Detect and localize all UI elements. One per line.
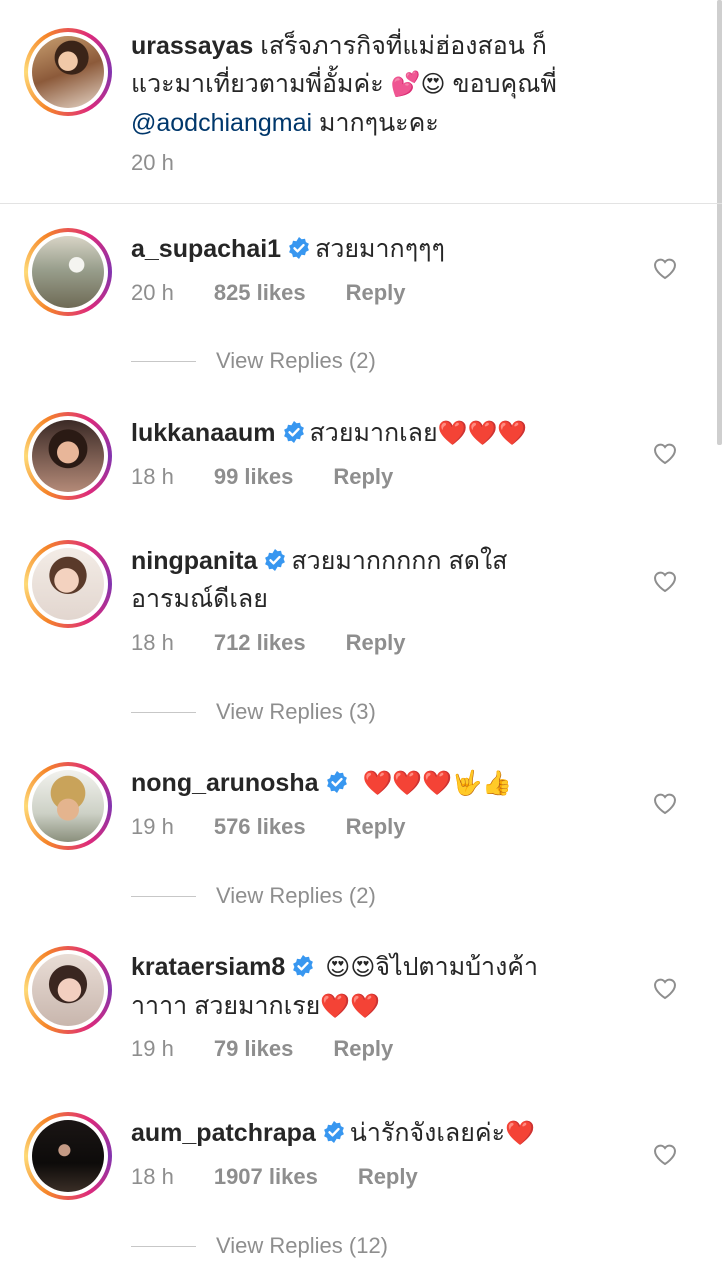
view-replies-button[interactable]: View Replies (2) bbox=[131, 348, 376, 374]
avatar-aum-patchrapa[interactable] bbox=[24, 1112, 112, 1200]
comment-text-line2: าาาา สวยมากเรย bbox=[131, 992, 321, 1020]
comment-text: จิไปตามบ้างค้า bbox=[375, 953, 539, 981]
avatar-urassayas[interactable] bbox=[24, 28, 112, 116]
comment-username[interactable]: a_supachai1 bbox=[131, 235, 281, 263]
avatar-image bbox=[32, 236, 104, 308]
comment-text: สวยมากเลย bbox=[309, 419, 438, 447]
view-replies-label: View Replies (2) bbox=[216, 348, 376, 373]
avatar-image bbox=[32, 420, 104, 492]
comment-meta: 18 h 712 likes Reply bbox=[131, 630, 406, 656]
comment-time: 20 h bbox=[131, 280, 174, 305]
avatar-lukkanaaum[interactable] bbox=[24, 412, 112, 500]
comment-text-line2: อารมณ์ดีเลย bbox=[131, 585, 268, 613]
heart-outline-icon[interactable] bbox=[652, 791, 678, 815]
reply-button[interactable]: Reply bbox=[333, 1036, 393, 1062]
heart-outline-icon[interactable] bbox=[652, 1142, 678, 1166]
avatar-image bbox=[32, 770, 104, 842]
view-replies-button[interactable]: View Replies (12) bbox=[131, 1233, 388, 1259]
heart-outline-icon[interactable] bbox=[652, 256, 678, 280]
avatar-image bbox=[32, 548, 104, 620]
divider-line bbox=[131, 360, 196, 362]
comment-emoji: ❤️❤️❤️ bbox=[437, 420, 528, 447]
comment-likes[interactable]: 712 likes bbox=[214, 630, 306, 656]
view-replies-label: View Replies (2) bbox=[216, 883, 376, 908]
comment-meta: 18 h 1907 likes Reply bbox=[131, 1164, 418, 1190]
divider-line bbox=[131, 1245, 196, 1247]
comment-emoji: 😍😍 bbox=[325, 954, 376, 981]
comment-username[interactable]: aum_patchrapa bbox=[131, 1119, 316, 1147]
view-replies-button[interactable]: View Replies (2) bbox=[131, 883, 376, 909]
divider-line bbox=[131, 711, 196, 713]
caption-mention-link[interactable]: @aodchiangmai bbox=[131, 109, 312, 137]
avatar-ningpanita[interactable] bbox=[24, 540, 112, 628]
verified-badge-icon bbox=[323, 1121, 344, 1143]
comment-text: น่ารักจังเลยค่ะ bbox=[349, 1119, 506, 1147]
avatar-krataersiam8[interactable] bbox=[24, 946, 112, 1034]
post-caption: urassayas เสร็จภารกิจที่แม่ฮ่องสอน ก็ แว… bbox=[0, 0, 722, 204]
verified-badge-icon bbox=[293, 955, 314, 977]
reply-button[interactable]: Reply bbox=[333, 464, 393, 490]
reply-button[interactable]: Reply bbox=[346, 630, 406, 656]
caption-text-line2-tail: ขอบคุณพี่ bbox=[452, 70, 557, 98]
view-replies-label: View Replies (3) bbox=[216, 699, 376, 724]
avatar-nong-arunosha[interactable] bbox=[24, 762, 112, 850]
comment-text: สวยมากๆๆๆ bbox=[315, 235, 445, 263]
comment-username[interactable]: ningpanita bbox=[131, 547, 257, 575]
comment-emoji: ❤️❤️❤️🤟👍 bbox=[362, 770, 512, 797]
view-replies-button[interactable]: View Replies (3) bbox=[131, 699, 376, 725]
avatar-image bbox=[32, 36, 104, 108]
comment-text: สวยมากกกกก สดใส bbox=[291, 547, 508, 575]
caption-text-line3: มากๆนะคะ bbox=[319, 109, 439, 137]
comment-username[interactable]: nong_arunosha bbox=[131, 769, 319, 797]
comment-likes[interactable]: 79 likes bbox=[214, 1036, 294, 1062]
comment-likes[interactable]: 1907 likes bbox=[214, 1164, 318, 1190]
caption-emoji: 💕😍 bbox=[390, 71, 446, 98]
comment-username[interactable]: krataersiam8 bbox=[131, 953, 285, 981]
comment-meta: 18 h 99 likes Reply bbox=[131, 464, 393, 490]
verified-badge-icon bbox=[265, 549, 286, 571]
comment-time: 19 h bbox=[131, 814, 174, 839]
caption-time: 20 h bbox=[131, 150, 174, 175]
heart-outline-icon[interactable] bbox=[652, 569, 678, 593]
view-replies-label: View Replies (12) bbox=[216, 1233, 389, 1258]
comment-likes[interactable]: 576 likes bbox=[214, 814, 306, 840]
comment-meta: 20 h 825 likes Reply bbox=[131, 280, 406, 306]
caption-text-line1: เสร็จภารกิจที่แม่ฮ่องสอน ก็ bbox=[260, 32, 547, 60]
comment-likes[interactable]: 825 likes bbox=[214, 280, 306, 306]
avatar-image bbox=[32, 1120, 104, 1192]
comment-meta: 19 h 576 likes Reply bbox=[131, 814, 406, 840]
comment-emoji: ❤️ bbox=[505, 1120, 535, 1147]
verified-badge-icon bbox=[326, 771, 347, 793]
comment-username[interactable]: lukkanaaum bbox=[131, 419, 276, 447]
caption-username[interactable]: urassayas bbox=[131, 32, 253, 60]
avatar-image bbox=[32, 954, 104, 1026]
comment-time: 19 h bbox=[131, 1036, 174, 1061]
heart-outline-icon[interactable] bbox=[652, 976, 678, 1000]
comment-likes[interactable]: 99 likes bbox=[214, 464, 294, 490]
avatar-a-supachai1[interactable] bbox=[24, 228, 112, 316]
comment-time: 18 h bbox=[131, 630, 174, 655]
comment-emoji-2: ❤️❤️ bbox=[320, 993, 381, 1020]
heart-outline-icon[interactable] bbox=[652, 441, 678, 465]
comment-time: 18 h bbox=[131, 1164, 174, 1189]
divider-line bbox=[131, 895, 196, 897]
comment-time: 18 h bbox=[131, 464, 174, 489]
reply-button[interactable]: Reply bbox=[346, 814, 406, 840]
verified-badge-icon bbox=[289, 237, 309, 259]
caption-text-line2: แวะมาเที่ยวตามพี่อั้มค่ะ bbox=[131, 70, 384, 98]
comment-meta: 19 h 79 likes Reply bbox=[131, 1036, 393, 1062]
caption-meta: 20 h bbox=[131, 150, 174, 176]
reply-button[interactable]: Reply bbox=[358, 1164, 418, 1190]
verified-badge-icon bbox=[283, 421, 304, 443]
reply-button[interactable]: Reply bbox=[346, 280, 406, 306]
